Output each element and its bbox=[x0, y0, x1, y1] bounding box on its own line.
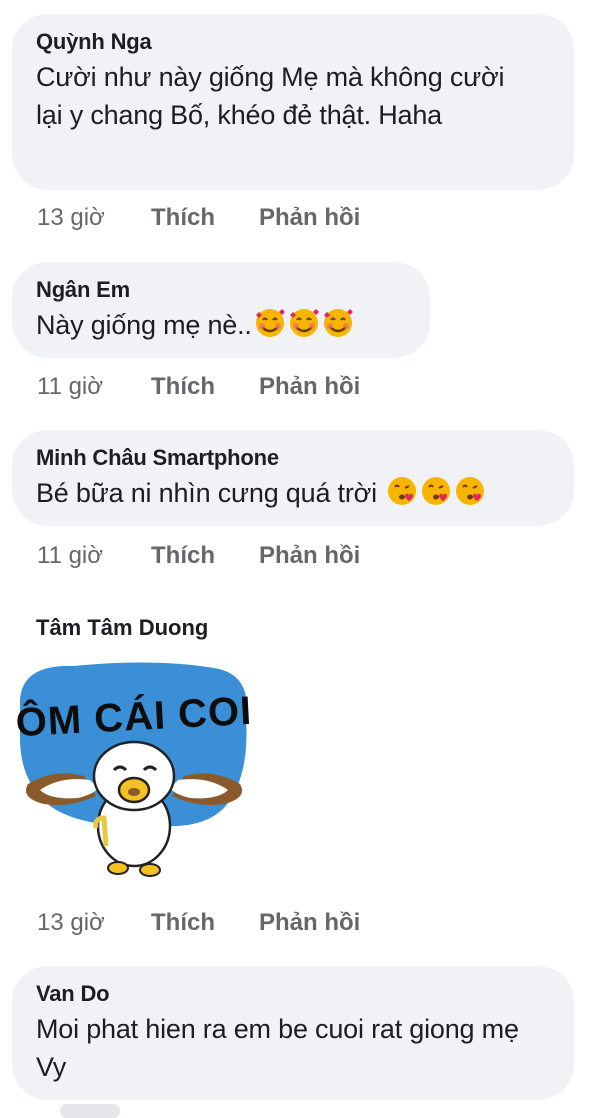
comment-author[interactable]: Ngân Em bbox=[36, 276, 406, 304]
reply-button[interactable]: Phản hồi bbox=[259, 372, 360, 402]
comment-bubble: Ngân Em Này giống mẹ nè.. bbox=[12, 262, 430, 358]
comment-actions: 13 giờ Thích Phản hồi bbox=[37, 908, 360, 938]
comment-author[interactable]: Tâm Tâm Duong bbox=[36, 614, 208, 642]
smiling-face-with-hearts-icon bbox=[289, 309, 319, 337]
comment-bubble: Quỳnh Nga Cười như này giống Mẹ mà không… bbox=[12, 14, 574, 190]
comment-bubble: Minh Châu Smartphone Bé bữa ni nhìn cưng… bbox=[12, 430, 574, 526]
comment-text-body: Này giống mẹ nè.. bbox=[36, 310, 252, 340]
comment-bubble: Van Do Moi phat hien ra em be cuoi rat g… bbox=[12, 966, 574, 1100]
reply-button[interactable]: Phản hồi bbox=[259, 908, 360, 938]
comment-time[interactable]: 13 giờ bbox=[37, 203, 151, 233]
comment-text-body: Bé bữa ni nhìn cưng quá trời bbox=[36, 478, 377, 508]
comment-actions: 13 giờ Thích Phản hồi bbox=[37, 203, 360, 233]
next-comment-peek bbox=[60, 1104, 120, 1118]
comment-actions: 11 giờ Thích Phản hồi bbox=[37, 541, 360, 571]
reply-button[interactable]: Phản hồi bbox=[259, 541, 360, 571]
face-blowing-kiss-icon bbox=[422, 477, 451, 505]
comment-time[interactable]: 11 giờ bbox=[37, 372, 151, 402]
comment-text: Moi phat hien ra em be cuoi rat giong mẹ… bbox=[36, 1014, 519, 1082]
comment-author[interactable]: Van Do bbox=[36, 980, 550, 1008]
smiling-face-with-hearts-icon bbox=[323, 309, 353, 337]
comment-time[interactable]: 11 giờ bbox=[37, 541, 151, 571]
smiling-face-with-hearts-icon bbox=[255, 309, 285, 337]
comment-author[interactable]: Quỳnh Nga bbox=[36, 28, 550, 56]
reply-button[interactable]: Phản hồi bbox=[259, 203, 360, 233]
comment-text: Này giống mẹ nè.. bbox=[36, 306, 406, 344]
face-blowing-kiss-icon bbox=[456, 477, 485, 505]
like-button[interactable]: Thích bbox=[151, 203, 259, 233]
comment-text: Bé bữa ni nhìn cưng quá trời bbox=[36, 474, 550, 512]
like-button[interactable]: Thích bbox=[151, 541, 259, 571]
hugging-duck-sticker-icon[interactable]: ÔM CÁI COI bbox=[14, 658, 254, 888]
comment-time[interactable]: 13 giờ bbox=[37, 908, 151, 938]
like-button[interactable]: Thích bbox=[151, 372, 259, 402]
comment-actions: 11 giờ Thích Phản hồi bbox=[37, 372, 360, 402]
comment-text: Cười như này giống Mẹ mà không cười lại … bbox=[36, 62, 505, 130]
face-blowing-kiss-icon bbox=[388, 477, 417, 505]
comment-author[interactable]: Minh Châu Smartphone bbox=[36, 444, 550, 472]
like-button[interactable]: Thích bbox=[151, 908, 259, 938]
